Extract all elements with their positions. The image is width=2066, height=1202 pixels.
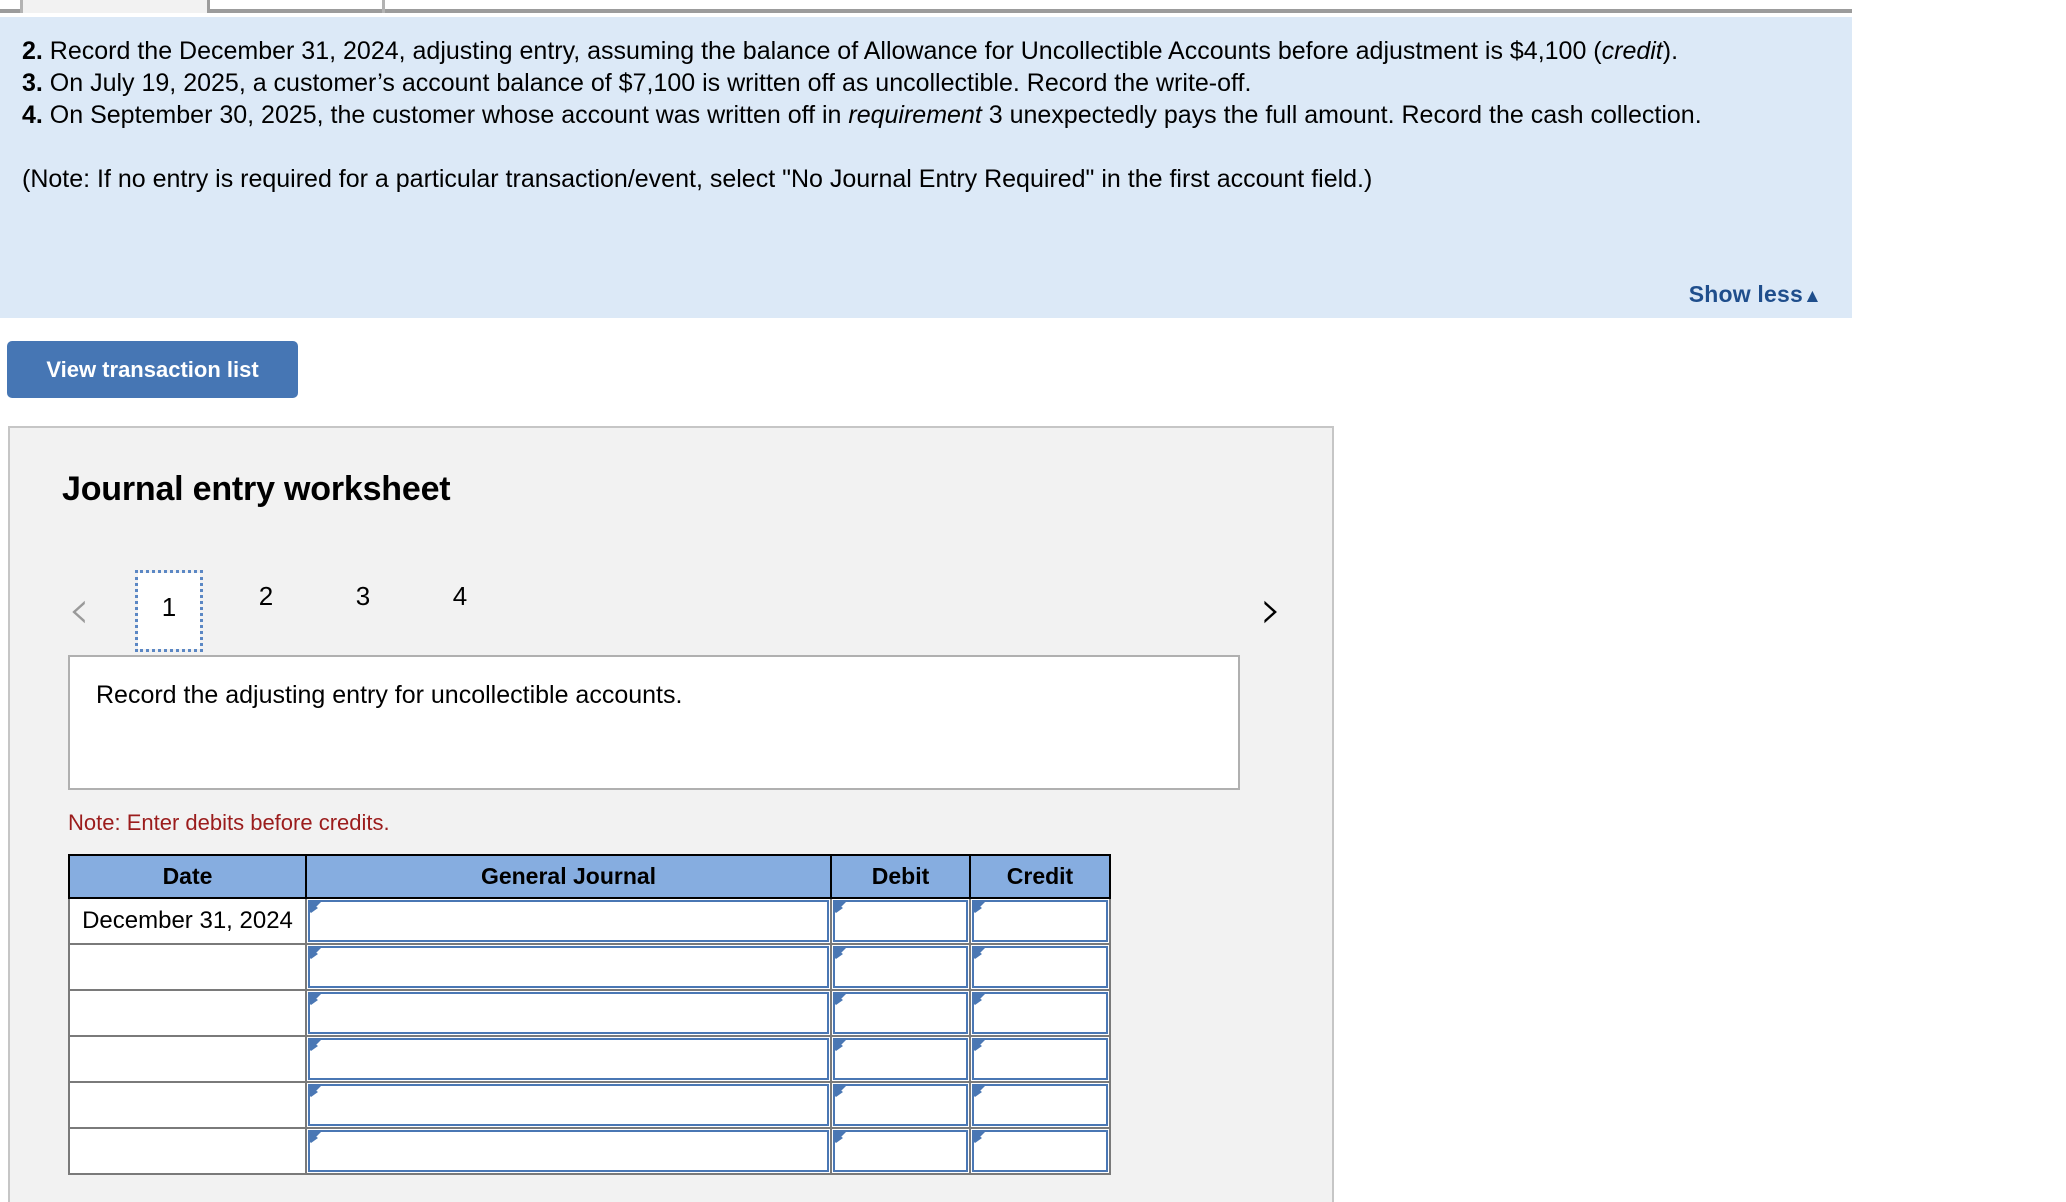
general-journal-input[interactable] (308, 946, 829, 988)
page-title: Journal entry worksheet (62, 470, 451, 508)
journal-table-header-row: Date General Journal Debit Credit (68, 854, 1111, 899)
requirement-3-number: 3. (22, 69, 43, 97)
debit-input[interactable] (833, 1130, 968, 1172)
credit-input[interactable] (972, 946, 1108, 988)
tab-item-2[interactable] (382, 0, 388, 13)
table-row (68, 1127, 1111, 1175)
requirement-4-number: 4. (22, 101, 43, 129)
general-journal-cell[interactable] (305, 989, 832, 1037)
date-cell[interactable] (68, 1081, 307, 1129)
worksheet-tab-1[interactable]: 1 (135, 570, 203, 652)
requirement-2-number: 2. (22, 37, 43, 65)
credit-input[interactable] (972, 992, 1108, 1034)
worksheet-pager: ‹ 1234 › (10, 570, 1332, 652)
show-less-label: Show less (1688, 281, 1803, 307)
transaction-description-box: Record the adjusting entry for uncollect… (68, 655, 1240, 790)
browser-tab-strip (0, 0, 1852, 13)
requirement-2-italic: credit (1601, 37, 1663, 65)
table-row (68, 943, 1111, 991)
general-journal-cell[interactable] (305, 897, 832, 945)
credit-input[interactable] (972, 900, 1108, 942)
table-row: December 31, 2024 (68, 897, 1111, 945)
date-cell[interactable] (68, 989, 307, 1037)
worksheet-tab-2[interactable]: 2 (235, 573, 297, 619)
general-journal-input[interactable] (308, 992, 829, 1034)
instructions-panel: 2. Record the December 31, 2024, adjusti… (0, 17, 1852, 318)
credit-cell[interactable] (969, 989, 1111, 1037)
table-row (68, 1035, 1111, 1083)
show-less-row: Show less▲ (1689, 281, 1822, 308)
requirement-3-text: On July 19, 2025, a customer’s account b… (42, 69, 1252, 97)
requirement-2-tail: ). (1662, 37, 1679, 65)
worksheet-tab-3[interactable]: 3 (332, 573, 394, 619)
credit-input[interactable] (972, 1038, 1108, 1080)
requirement-4-text: On September 30, 2025, the customer whos… (42, 101, 849, 129)
date-cell[interactable] (68, 1127, 307, 1175)
journal-entry-worksheet-card: Journal entry worksheet ‹ 1234 › Record … (8, 426, 1334, 1202)
debit-input[interactable] (833, 1038, 968, 1080)
general-journal-input[interactable] (308, 1130, 829, 1172)
general-journal-input[interactable] (308, 900, 829, 942)
journal-table-body: December 31, 2024 (68, 897, 1111, 1175)
caret-up-icon: ▲ (1802, 286, 1822, 307)
debit-cell[interactable] (830, 1127, 971, 1175)
chevron-left-icon[interactable]: ‹ (58, 583, 100, 637)
requirement-2: 2. Record the December 31, 2024, adjusti… (22, 35, 1830, 67)
column-header-credit: Credit (969, 854, 1111, 899)
column-header-general-journal: General Journal (305, 854, 832, 899)
general-journal-cell[interactable] (305, 1035, 832, 1083)
date-cell[interactable]: December 31, 2024 (68, 897, 307, 945)
requirement-4: 4. On September 30, 2025, the customer w… (22, 99, 1830, 131)
general-journal-cell[interactable] (305, 943, 832, 991)
general-journal-cell[interactable] (305, 1127, 832, 1175)
journal-table-head: Date General Journal Debit Credit (68, 854, 1111, 899)
debit-input[interactable] (833, 900, 968, 942)
column-header-date: Date (68, 854, 307, 899)
journal-entry-table: Date General Journal Debit Credit Decemb… (68, 854, 1111, 1175)
date-cell[interactable] (68, 1035, 307, 1083)
requirement-2-text: Record the December 31, 2024, adjusting … (42, 37, 1602, 65)
credit-input[interactable] (972, 1130, 1108, 1172)
requirement-4-tail: 3 unexpectedly pays the full amount. Rec… (981, 101, 1702, 129)
credit-cell[interactable] (969, 1127, 1111, 1175)
debit-cell[interactable] (830, 1081, 971, 1129)
requirement-4-italic: requirement (848, 101, 982, 129)
general-journal-cell[interactable] (305, 1081, 832, 1129)
debit-input[interactable] (833, 992, 968, 1034)
chevron-right-icon[interactable]: › (1250, 583, 1292, 637)
column-header-debit: Debit (830, 854, 971, 899)
requirement-3: 3. On July 19, 2025, a customer’s accoun… (22, 67, 1830, 99)
debit-input[interactable] (833, 1084, 968, 1126)
credit-cell[interactable] (969, 943, 1111, 991)
worksheet-tab-4[interactable]: 4 (429, 573, 491, 619)
worksheet-page-tabs: 1234 (135, 570, 526, 652)
view-transaction-list-button[interactable]: View transaction list (7, 341, 298, 398)
tab-item-1[interactable] (20, 0, 210, 13)
transaction-description-text: Record the adjusting entry for uncollect… (96, 681, 683, 709)
no-entry-note: (Note: If no entry is required for a par… (22, 165, 1373, 193)
credit-input[interactable] (972, 1084, 1108, 1126)
general-journal-input[interactable] (308, 1084, 829, 1126)
credit-cell[interactable] (969, 1081, 1111, 1129)
debits-before-credits-note: Note: Enter debits before credits. (68, 810, 390, 835)
credit-cell[interactable] (969, 897, 1111, 945)
table-row (68, 989, 1111, 1037)
debit-cell[interactable] (830, 989, 971, 1037)
debit-cell[interactable] (830, 1035, 971, 1083)
table-row (68, 1081, 1111, 1129)
debit-cell[interactable] (830, 897, 971, 945)
debit-input[interactable] (833, 946, 968, 988)
show-less-link[interactable]: Show less▲ (1689, 281, 1822, 307)
date-cell[interactable] (68, 943, 307, 991)
general-journal-input[interactable] (308, 1038, 829, 1080)
debit-cell[interactable] (830, 943, 971, 991)
credit-cell[interactable] (969, 1035, 1111, 1083)
